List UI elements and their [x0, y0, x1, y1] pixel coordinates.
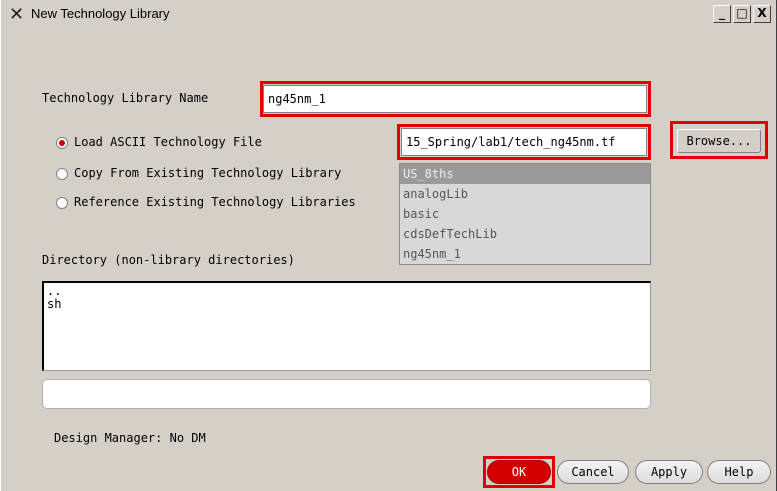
- window-title: New Technology Library: [31, 6, 170, 21]
- list-item[interactable]: cdsDefTechLib: [400, 224, 650, 244]
- close-button[interactable]: X: [753, 5, 771, 23]
- cancel-button[interactable]: Cancel: [557, 460, 629, 484]
- ok-button[interactable]: OK: [487, 460, 551, 484]
- copy-existing-radio[interactable]: [56, 168, 68, 180]
- list-item[interactable]: basic: [400, 204, 650, 224]
- library-name-label: Technology Library Name: [42, 91, 209, 105]
- x-window-icon: ✕: [9, 4, 25, 25]
- directory-label: Directory (non-library directories): [42, 253, 295, 267]
- list-item[interactable]: ng45nm_1: [400, 244, 650, 264]
- maximize-button[interactable]: □: [733, 5, 751, 23]
- list-item[interactable]: US_8ths: [400, 164, 650, 184]
- library-name-input[interactable]: ng45nm_1: [263, 85, 647, 113]
- reference-existing-radio[interactable]: [56, 197, 68, 209]
- reference-existing-label: Reference Existing Technology Libraries: [74, 195, 356, 209]
- apply-button[interactable]: Apply: [635, 460, 703, 484]
- new-technology-library-dialog: ✕ New Technology Library _ □ X Technolog…: [0, 0, 777, 491]
- ascii-file-input[interactable]: 15_Spring/lab1/tech_ng45nm.tf: [401, 128, 647, 156]
- help-button[interactable]: Help: [707, 460, 771, 484]
- existing-library-list[interactable]: US_8ths analogLib basic cdsDefTechLib ng…: [399, 163, 651, 265]
- design-manager-label: Design Manager: No DM: [54, 431, 206, 445]
- title-bar[interactable]: ✕ New Technology Library _ □ X: [1, 0, 776, 29]
- directory-list[interactable]: .. sh: [42, 281, 651, 371]
- list-item[interactable]: sh: [47, 298, 647, 311]
- directory-path-input[interactable]: [42, 379, 651, 409]
- copy-existing-label: Copy From Existing Technology Library: [74, 166, 342, 180]
- minimize-button[interactable]: _: [713, 5, 731, 23]
- list-item[interactable]: analogLib: [400, 184, 650, 204]
- browse-button[interactable]: Browse...: [677, 129, 761, 153]
- load-ascii-radio[interactable]: [56, 137, 68, 149]
- list-item[interactable]: ..: [47, 285, 647, 298]
- load-ascii-label: Load ASCII Technology File: [74, 135, 262, 149]
